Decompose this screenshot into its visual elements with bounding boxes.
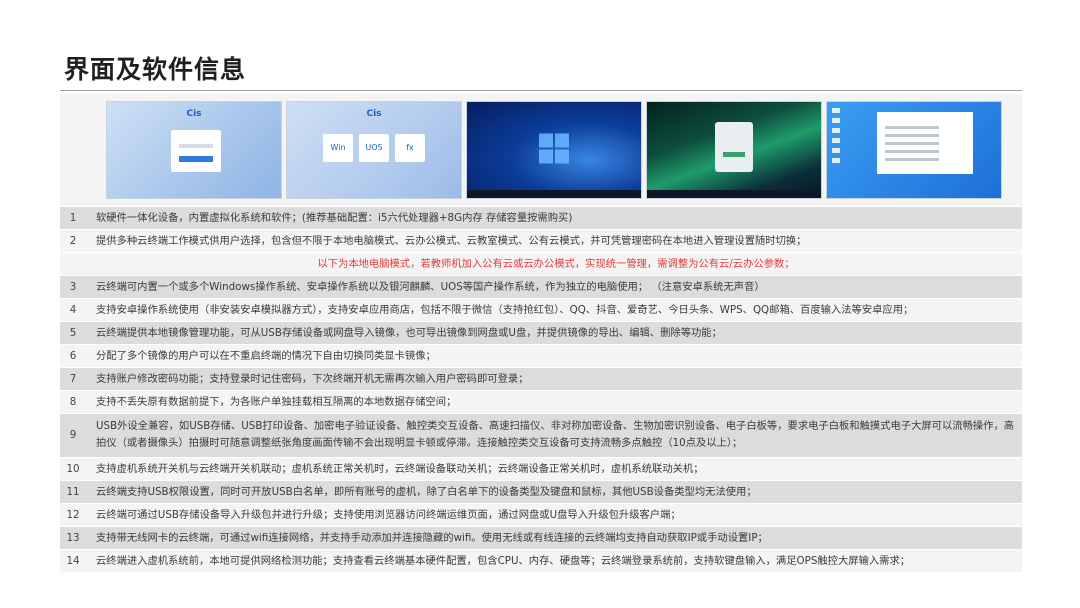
table-row: 9 USB外设全兼容，如USB存储、USB打印设备、加密电子验证设备、触控类交互… — [60, 413, 1022, 458]
row-number: 1 — [60, 206, 86, 230]
table-row: 13 支持带无线网卡的云终端，可通过wifi连接网络，并支持手动添加并连接隐藏的… — [60, 526, 1022, 550]
row-number: 12 — [60, 503, 86, 527]
row-number: 8 — [60, 390, 86, 414]
table-row: 3 云终端可内置一个或多个Windows操作系统、安卓操作系统以及银河麒麟、UO… — [60, 275, 1022, 299]
row-number: 6 — [60, 344, 86, 368]
os-tiles: Win UOS fx — [323, 133, 425, 162]
settings-window — [877, 111, 973, 174]
screenshot-strip: Cis Cis Win UOS fx — [86, 94, 1022, 205]
row-number-empty — [60, 94, 86, 207]
row-text: 云终端支持USB权限设置，同时可开放USB白名单，即所有账号的虚机，除了白名单下… — [86, 480, 1022, 504]
brand-logo: Cis — [186, 108, 202, 119]
login-dialog — [171, 129, 221, 172]
row-number: 3 — [60, 275, 86, 299]
row-text: 支持安卓操作系统使用（非安装安卓模拟器方式），支持安卓应用商店，包括不限于微信（… — [86, 298, 1022, 322]
login-card — [715, 121, 753, 172]
row-number: 4 — [60, 298, 86, 322]
row-text: 云终端可内置一个或多个Windows操作系统、安卓操作系统以及银河麒麟、UOS等… — [86, 275, 1022, 299]
table-row: 8 支持不丢失原有数据前提下，为各账户单独挂载相互隔离的本地数据存储空间； — [60, 390, 1022, 414]
row-text: 云终端提供本地镜像管理功能，可从USB存储设备或网盘导入镜像，也可导出镜像到网盘… — [86, 321, 1022, 345]
screenshot-os-select: Cis Win UOS fx — [286, 100, 462, 199]
table-row: 7 支持账户修改密码功能；支持登录时记住密码，下次终端开机无需再次输入用户密码即… — [60, 367, 1022, 391]
row-number: 7 — [60, 367, 86, 391]
row-number: 11 — [60, 480, 86, 504]
row-number: 14 — [60, 549, 86, 573]
page-title: 界面及软件信息 — [64, 55, 247, 84]
row-text: 软硬件一体化设备，内置虚拟化系统和软件；(推荐基础配置：i5六代处理器+8G内存… — [86, 206, 1022, 230]
row-text: 支持带无线网卡的云终端，可通过wifi连接网络，并支持手动添加并连接隐藏的wif… — [86, 526, 1022, 550]
row-text: 云终端进入虚机系统前，本地可提供网络检测功能；支持查看云终端基本硬件配置，包含C… — [86, 549, 1022, 573]
notice-text: 以下为本地电脑模式，若教师机加入公有云或云办公模式，实现统一管理，需调整为公有云… — [86, 252, 1022, 276]
row-text: USB外设全兼容，如USB存储、USB打印设备、加密电子验证设备、触控类交互设备… — [86, 413, 1022, 458]
table-row: 10 支持虚机系统开关机与云终端开关机联动；虚机系统正常关机时，云终端设备联动关… — [60, 457, 1022, 481]
screenshot-login: Cis — [106, 100, 282, 199]
screenshots-row: Cis Cis Win UOS fx — [60, 94, 1022, 207]
row-number: 10 — [60, 457, 86, 481]
table-row: 11 云终端支持USB权限设置，同时可开放USB白名单，即所有账号的虚机，除了白… — [60, 480, 1022, 504]
screenshots-cell: Cis Cis Win UOS fx — [86, 94, 1022, 207]
table-row: 6 分配了多个镜像的用户可以在不重启终端的情况下自由切换同类显卡镜像； — [60, 344, 1022, 368]
screenshot-aurora-desktop — [646, 100, 822, 199]
screenshot-settings-window — [826, 100, 1002, 199]
spec-table: Cis Cis Win UOS fx 1 软硬件一体化设备，内置虚拟化系统和软件… — [60, 94, 1022, 573]
row-text: 支持不丢失原有数据前提下，为各账户单独挂载相互隔离的本地数据存储空间； — [86, 390, 1022, 414]
table-row: 2 提供多种云终端工作模式供用户选择，包含但不限于本地电脑模式、云办公模式、云教… — [60, 229, 1022, 253]
os-tile-kylin: fx — [395, 133, 425, 162]
windows-logo-icon — [539, 133, 569, 164]
brand-logo: Cis — [366, 108, 382, 119]
table-row: 12 云终端可通过USB存储设备导入升级包并进行升级；支持使用浏览器访问终端运维… — [60, 503, 1022, 527]
table-row: 14 云终端进入虚机系统前，本地可提供网络检测功能；支持查看云终端基本硬件配置，… — [60, 549, 1022, 573]
row-text: 提供多种云终端工作模式供用户选择，包含但不限于本地电脑模式、云办公模式、云教室模… — [86, 229, 1022, 253]
taskbar — [467, 189, 641, 198]
title-divider — [60, 90, 1022, 91]
screenshot-windows-boot — [466, 100, 642, 199]
row-text: 支持账户修改密码功能；支持登录时记住密码，下次终端开机无需再次输入用户密码即可登… — [86, 367, 1022, 391]
os-tile-windows: Win — [323, 133, 353, 162]
row-number: 9 — [60, 413, 86, 458]
row-text: 支持虚机系统开关机与云终端开关机联动；虚机系统正常关机时，云终端设备联动关机；云… — [86, 457, 1022, 481]
row-text: 分配了多个镜像的用户可以在不重启终端的情况下自由切换同类显卡镜像； — [86, 344, 1022, 368]
row-number: 5 — [60, 321, 86, 345]
desktop-icons — [832, 107, 840, 168]
notice-row: 以下为本地电脑模式，若教师机加入公有云或云办公模式，实现统一管理，需调整为公有云… — [60, 252, 1022, 276]
row-number: 13 — [60, 526, 86, 550]
row-text: 云终端可通过USB存储设备导入升级包并进行升级；支持使用浏览器访问终端运维页面，… — [86, 503, 1022, 527]
table-row: 1 软硬件一体化设备，内置虚拟化系统和软件；(推荐基础配置：i5六代处理器+8G… — [60, 206, 1022, 230]
os-tile-uos: UOS — [359, 133, 389, 162]
table-row: 5 云终端提供本地镜像管理功能，可从USB存储设备或网盘导入镜像，也可导出镜像到… — [60, 321, 1022, 345]
row-number: 2 — [60, 229, 86, 253]
taskbar — [647, 189, 821, 198]
table-row: 4 支持安卓操作系统使用（非安装安卓模拟器方式），支持安卓应用商店，包括不限于微… — [60, 298, 1022, 322]
row-number — [60, 252, 86, 276]
